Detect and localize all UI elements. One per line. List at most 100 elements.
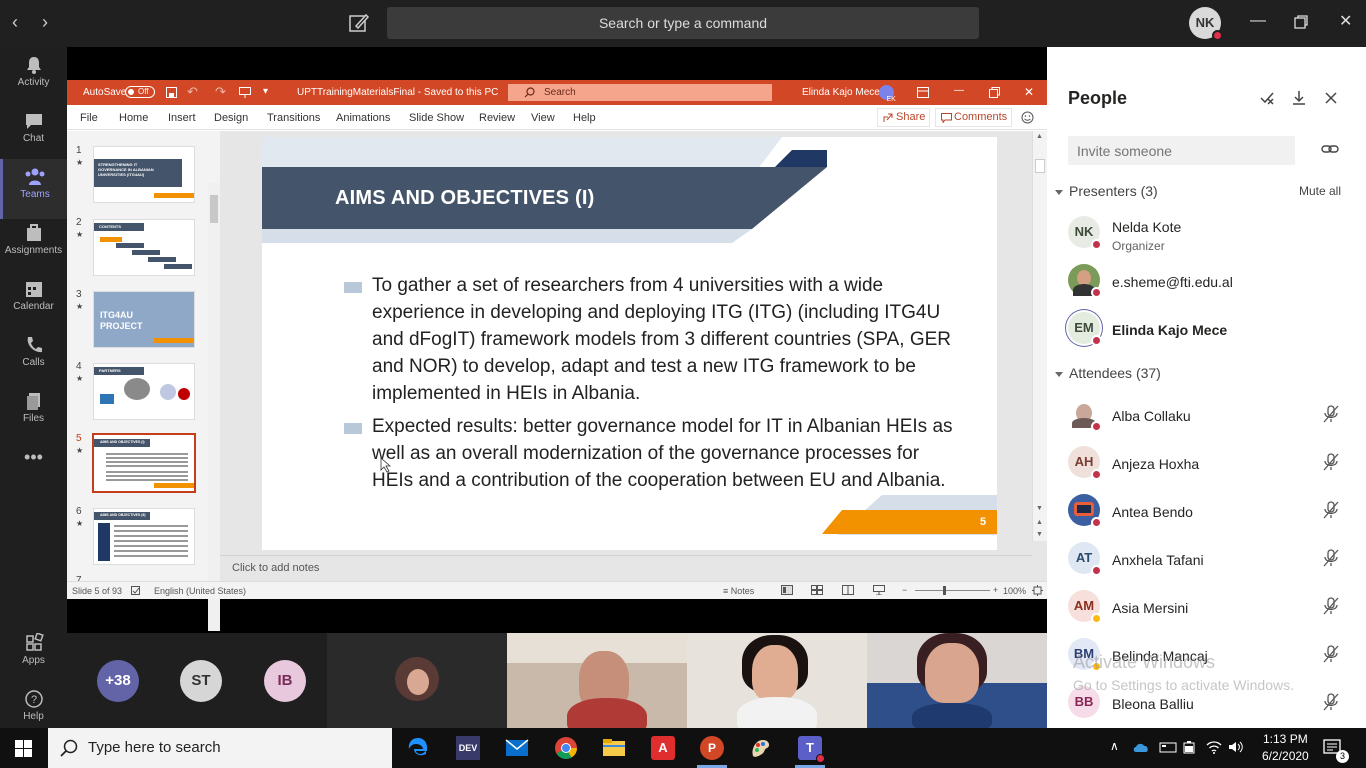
dismiss-hands-icon[interactable] — [1259, 90, 1275, 106]
video-tile-1[interactable] — [507, 633, 687, 728]
thumbnails-scrollbar[interactable] — [208, 183, 220, 631]
attendees-section-header[interactable]: Attendees (37) — [1055, 365, 1161, 381]
customize-toolbar-icon[interactable]: ▾ — [263, 86, 268, 97]
document-title[interactable]: UPTTrainingMaterialsFinal - Saved to thi… — [297, 87, 498, 98]
tab-animations[interactable]: Animations — [336, 112, 390, 124]
rail-item-assignments[interactable]: Assignments — [0, 215, 67, 275]
scrollbar-thumb[interactable] — [210, 195, 218, 223]
tab-design[interactable]: Design — [214, 112, 248, 124]
participant-row[interactable]: Alba Collaku — [1047, 391, 1366, 439]
participant-row[interactable]: AT Anxhela Tafani — [1047, 535, 1366, 583]
notes-placeholder[interactable]: Click to add notes — [232, 562, 319, 574]
tab-home[interactable]: Home — [119, 112, 148, 124]
scroll-up-icon[interactable]: ▲ — [1036, 133, 1043, 140]
zoom-out-icon[interactable]: − — [902, 585, 907, 595]
notes-divider[interactable] — [220, 555, 1032, 556]
muted-mic-icon[interactable] — [1322, 548, 1340, 568]
participant-row[interactable]: AH Anjeza Hoxha — [1047, 439, 1366, 487]
tab-insert[interactable]: Insert — [168, 112, 196, 124]
rail-item-calendar[interactable]: Calendar — [0, 271, 67, 331]
wifi-icon[interactable] — [1206, 740, 1222, 754]
ppt-minimize-icon[interactable]: — — [954, 85, 964, 96]
autosave-toggle[interactable]: Off — [125, 86, 155, 98]
slide-thumbnail-6[interactable]: AIMS AND OBJECTIVES (II) — [93, 508, 195, 565]
tray-expand-icon[interactable]: ∧ — [1110, 739, 1119, 753]
zoom-slider[interactable] — [915, 586, 990, 595]
slide-thumbnail-3[interactable]: ITG4AU PROJECT — [93, 291, 195, 348]
ppt-search-box[interactable]: Search — [508, 84, 772, 101]
participant-row[interactable]: NK Nelda Kote Organizer — [1047, 209, 1366, 257]
tab-review[interactable]: Review — [479, 112, 515, 124]
rail-item-chat[interactable]: Chat — [0, 103, 67, 163]
mute-all-button[interactable]: Mute all — [1299, 184, 1341, 198]
redo-icon[interactable]: ↷ — [215, 84, 226, 100]
video-tile-3[interactable] — [867, 633, 1047, 728]
battery-icon[interactable] — [1182, 740, 1196, 754]
smiley-feedback-icon[interactable] — [1021, 111, 1034, 124]
slide-thumbnail-2[interactable]: CONTENTS — [93, 219, 195, 276]
participant-photo-tile[interactable] — [327, 633, 507, 728]
minimize-icon[interactable]: — — [1250, 12, 1266, 30]
invite-input[interactable] — [1068, 136, 1295, 165]
ppt-user-name[interactable]: Elinda Kajo Mece — [802, 87, 880, 98]
scroll-down-icon[interactable]: ▼ — [1036, 505, 1043, 512]
forward-arrow-icon[interactable]: › — [42, 12, 48, 33]
normal-view-icon[interactable] — [781, 585, 793, 595]
onedrive-icon[interactable] — [1132, 741, 1150, 753]
participant-avatar[interactable]: ST — [180, 660, 222, 702]
slideshow-view-icon[interactable] — [873, 585, 885, 595]
participant-row[interactable]: AM Asia Mersini — [1047, 583, 1366, 631]
reading-view-icon[interactable] — [842, 585, 854, 595]
muted-mic-icon[interactable] — [1322, 644, 1340, 664]
taskbar-clock[interactable]: 1:13 PM 6/2/2020 — [1262, 731, 1309, 765]
undo-icon[interactable]: ↶ — [187, 84, 198, 100]
slide-sorter-icon[interactable] — [811, 585, 823, 595]
tab-transitions[interactable]: Transitions — [267, 112, 320, 124]
participant-row[interactable]: e.sheme@fti.edu.al — [1047, 257, 1366, 305]
chrome-icon[interactable] — [554, 736, 578, 760]
user-avatar[interactable]: NK — [1189, 7, 1223, 41]
slide-thumbnail-1[interactable]: STRENGTHENING IT GOVERNANCE IN ALBANIAN … — [93, 146, 195, 203]
close-panel-icon[interactable] — [1323, 90, 1339, 106]
edge-browser-icon[interactable] — [406, 736, 430, 760]
ppt-close-icon[interactable]: ✕ — [1024, 85, 1034, 99]
file-explorer-icon[interactable] — [602, 736, 626, 760]
fit-to-window-icon[interactable] — [1032, 585, 1043, 596]
language-indicator[interactable]: English (United States) — [154, 586, 246, 596]
copy-link-icon[interactable] — [1321, 142, 1339, 156]
zoom-in-icon[interactable]: + — [993, 585, 998, 595]
start-presentation-icon[interactable] — [239, 87, 251, 98]
slide-thumbnail-4[interactable]: PARTNERS — [93, 363, 195, 420]
muted-mic-icon[interactable] — [1322, 452, 1340, 472]
rail-item-calls[interactable]: Calls — [0, 327, 67, 387]
muted-mic-icon[interactable] — [1322, 596, 1340, 616]
zoom-slider-handle[interactable] — [943, 586, 946, 595]
rail-item-apps[interactable]: Apps — [0, 625, 67, 685]
acrobat-icon[interactable]: A — [651, 736, 675, 760]
network-drive-icon[interactable] — [1159, 740, 1177, 754]
powerpoint-icon[interactable]: P — [700, 736, 724, 760]
rail-item-activity[interactable]: Activity — [0, 47, 67, 107]
editor-scrollbar[interactable]: ▲ ▼ ▲ ▼ — [1032, 131, 1047, 541]
slide-thumbnail-5[interactable]: AIMS AND OBJECTIVES (I) — [92, 433, 196, 493]
ribbon-display-icon[interactable] — [917, 87, 929, 98]
ppt-user-avatar[interactable]: EK — [879, 85, 896, 103]
rail-item-files[interactable]: Files — [0, 383, 67, 443]
command-search-box[interactable]: Search or type a command — [387, 7, 979, 39]
comments-button[interactable]: Comments — [935, 108, 1012, 127]
zoom-level[interactable]: 100% — [1003, 586, 1026, 596]
participant-row[interactable]: Antea Bendo — [1047, 487, 1366, 535]
compose-icon[interactable] — [348, 12, 370, 34]
tab-file[interactable]: File — [80, 112, 98, 124]
maximize-icon[interactable] — [1294, 15, 1308, 29]
teams-taskbar-icon[interactable]: T — [798, 736, 825, 763]
muted-mic-icon[interactable] — [1322, 404, 1340, 424]
more-apps-icon[interactable]: ••• — [0, 447, 67, 507]
mail-icon[interactable] — [505, 736, 529, 760]
notes-toggle[interactable]: ≡ Notes — [723, 586, 754, 596]
spelling-check-icon[interactable] — [131, 586, 141, 596]
dev-app-icon[interactable]: DEV — [456, 736, 480, 760]
video-tile-2[interactable] — [687, 633, 867, 728]
volume-icon[interactable] — [1228, 740, 1244, 754]
taskbar-search-box[interactable]: Type here to search — [48, 728, 392, 768]
